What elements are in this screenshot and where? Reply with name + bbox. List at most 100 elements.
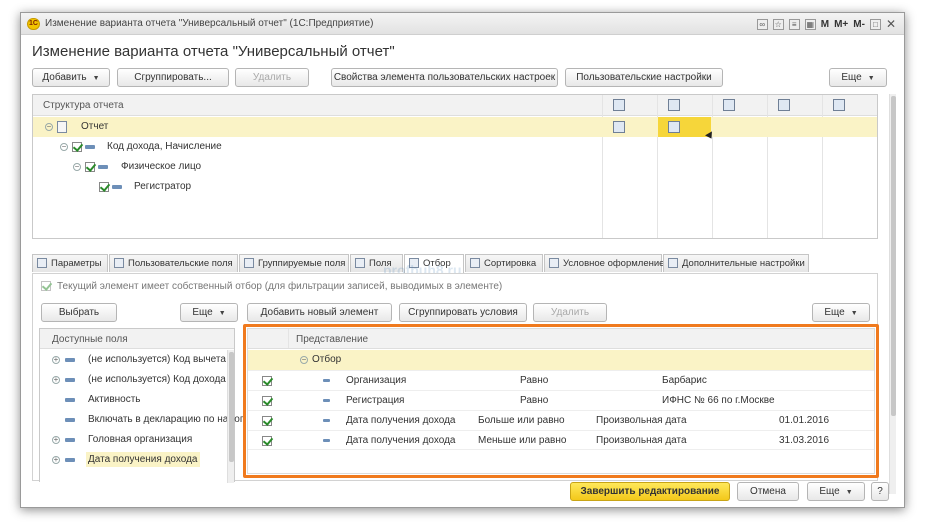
tab-label: Группируемые поля (258, 258, 346, 269)
filter-delete-button[interactable]: Удалить (533, 303, 607, 322)
calculator-icon[interactable]: ≡ (788, 18, 800, 30)
list-item[interactable]: Активность (40, 390, 234, 410)
own-filter-label: Текущий элемент имеет собственный отбор … (57, 281, 503, 292)
chevron-down-icon: ▼ (850, 310, 858, 317)
finish-editing-button[interactable]: Завершить редактирование (570, 482, 730, 501)
more-button[interactable]: Еще ▼ (829, 68, 887, 87)
add-button[interactable]: Добавить ▼ (32, 68, 110, 87)
close-icon[interactable]: ✕ (886, 17, 896, 31)
collapse-icon[interactable]: − (60, 143, 68, 151)
tab-label: Условное оформление (563, 258, 665, 269)
group-conditions-button[interactable]: Сгруппировать условия (399, 303, 527, 322)
tree-row-report[interactable]: − Отчет (33, 117, 877, 137)
list-item[interactable]: + (не используется) Код дохода (40, 370, 234, 390)
enabled-checkbox[interactable] (99, 182, 109, 192)
tree-header-label: Структура отчета (43, 100, 124, 111)
calendar-icon[interactable]: ▦ (804, 18, 816, 30)
link-icon[interactable]: ∞ (756, 18, 768, 30)
grouping-icon (85, 145, 95, 149)
tree-row-grouping[interactable]: − Код дохода, Начисление (33, 137, 877, 157)
available-fields-list: Доступные поля + (не используется) Код в… (39, 328, 243, 483)
list-item-label: Активность (88, 394, 141, 405)
memory-button[interactable]: M (821, 19, 829, 30)
tree-row-grouping[interactable]: Регистратор (33, 177, 877, 197)
title-bar-tools: ∞ ☆ ≡ ▦ M M+ M- □ ✕ (756, 16, 896, 32)
filter-icon[interactable] (668, 121, 680, 133)
sort-icon[interactable] (723, 99, 735, 111)
memory-minus-button[interactable]: M- (853, 19, 865, 30)
parameters-icon (37, 258, 47, 268)
chevron-down-icon: ▼ (867, 75, 875, 82)
collapse-icon[interactable]: − (45, 123, 53, 131)
list-item-label: Дата получения дохода (86, 452, 200, 467)
more-right-button[interactable]: Еще ▼ (812, 303, 870, 322)
chevron-down-icon: ▼ (92, 75, 100, 82)
user-fields-icon (114, 258, 124, 268)
title-bar: 1С Изменение варианта отчета "Универсаль… (21, 13, 904, 35)
app-logo-icon: 1С (27, 18, 40, 30)
more-button-label: Еще (841, 72, 862, 83)
user-settings-button[interactable]: Пользовательские настройки (565, 68, 723, 87)
more-left-button[interactable]: Еще ▼ (180, 303, 238, 322)
enabled-checkbox[interactable] (72, 142, 82, 152)
window-title: Изменение варианта отчета "Универсальный… (45, 18, 374, 29)
tab-sorting[interactable]: Сортировка (465, 254, 543, 272)
selected-fields-icon[interactable] (613, 121, 625, 133)
selected-fields-icon[interactable] (613, 99, 625, 111)
expand-icon[interactable]: + (52, 356, 60, 364)
restore-icon[interactable]: □ (869, 18, 881, 30)
conditional-format-icon[interactable] (778, 99, 790, 111)
favorites-icon[interactable]: ☆ (772, 18, 784, 30)
memory-plus-button[interactable]: M+ (834, 19, 848, 30)
list-item-label: (не используется) Код дохода (88, 374, 226, 385)
tab-conditional-format[interactable]: Условное оформление (544, 254, 665, 272)
list-item[interactable]: + (не используется) Код вычета (40, 350, 234, 370)
filter-icon[interactable] (668, 99, 680, 111)
tab-additional-settings[interactable]: Дополнительные настройки (663, 254, 809, 272)
scrollbar-thumb[interactable] (229, 352, 234, 462)
report-icon (57, 121, 67, 133)
tab-label: Пользовательские поля (128, 258, 233, 269)
element-properties-button[interactable]: Свойства элемента пользовательских настр… (331, 68, 558, 87)
help-button[interactable]: ? (871, 482, 889, 501)
tab-label: Параметры (51, 258, 102, 269)
own-filter-checkbox[interactable] (41, 281, 51, 291)
form-scrollbar[interactable] (889, 94, 896, 494)
output-params-icon[interactable] (833, 99, 845, 111)
expand-icon[interactable]: + (52, 436, 60, 444)
tree-row-label: Отчет (81, 121, 109, 132)
tree-row-label: Физическое лицо (121, 161, 202, 172)
scrollbar-thumb[interactable] (891, 96, 896, 416)
cancel-button[interactable]: Отмена (737, 482, 799, 501)
available-fields-scrollbar[interactable] (227, 350, 234, 483)
tab-parameters[interactable]: Параметры (32, 254, 108, 272)
filter-tab-panel: Текущий элемент имеет собственный отбор … (32, 273, 879, 483)
field-icon (65, 378, 75, 382)
tree-row-label: Регистратор (134, 181, 192, 192)
tree-row-label: Код дохода, Начисление (107, 141, 222, 152)
more-left-label: Еще (192, 307, 213, 318)
highlight-frame (243, 324, 879, 478)
field-icon (65, 358, 75, 362)
fields-icon (355, 258, 365, 268)
chevron-down-icon: ▼ (845, 489, 853, 496)
list-item[interactable]: Включать в декларацию по налог (40, 410, 243, 430)
group-button[interactable]: Сгруппировать... (117, 68, 229, 87)
grouping-icon (112, 185, 122, 189)
tab-user-fields[interactable]: Пользовательские поля (109, 254, 238, 272)
footer-more-button[interactable]: Еще ▼ (807, 482, 865, 501)
tree-row-grouping[interactable]: − Физическое лицо (33, 157, 877, 177)
grouping-icon (98, 165, 108, 169)
delete-button[interactable]: Удалить (235, 68, 309, 87)
enabled-checkbox[interactable] (85, 162, 95, 172)
select-button[interactable]: Выбрать (41, 303, 117, 322)
list-item[interactable]: + Головная организация (40, 430, 234, 450)
collapse-icon[interactable]: − (73, 163, 81, 171)
list-item[interactable]: + Дата получения дохода (40, 450, 234, 470)
add-new-element-button[interactable]: Добавить новый элемент (247, 303, 392, 322)
filter-cell-active[interactable] (658, 117, 711, 137)
expand-icon[interactable]: + (52, 456, 60, 464)
expand-icon[interactable]: + (52, 376, 60, 384)
tab-grouped-fields[interactable]: Группируемые поля (239, 254, 349, 272)
list-item-label: Головная организация (88, 434, 193, 445)
